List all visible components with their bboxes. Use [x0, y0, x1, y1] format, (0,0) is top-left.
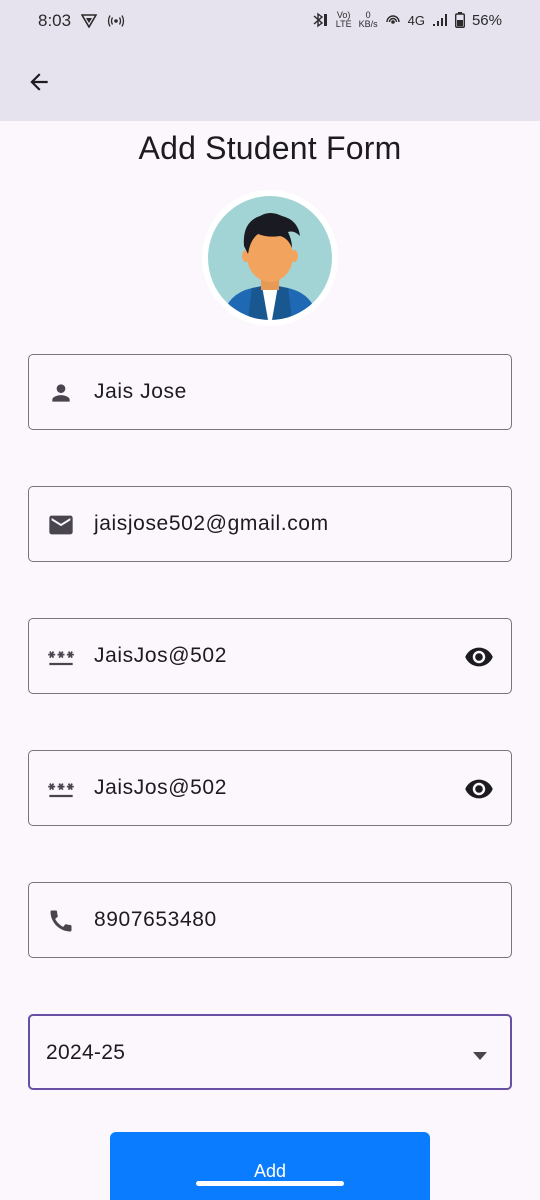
net-speed: 0 KB/s — [358, 10, 378, 29]
app-bar — [0, 44, 540, 121]
home-indicator[interactable] — [196, 1181, 344, 1186]
back-button[interactable] — [22, 65, 56, 99]
phone-field[interactable]: 8907653480 — [28, 882, 512, 958]
wifi-calling-icon — [385, 13, 401, 27]
person-icon — [46, 379, 76, 407]
mail-icon — [46, 511, 76, 539]
bluetooth-icon — [311, 12, 329, 28]
arrow-back-icon — [30, 73, 48, 91]
battery-icon — [454, 12, 465, 28]
hotspot-icon — [107, 14, 125, 28]
status-bar-left: 8:03 — [38, 11, 125, 31]
add-button[interactable]: Add — [110, 1132, 430, 1200]
email-field[interactable]: jaisjose502@gmail.com — [28, 486, 512, 562]
year-dropdown[interactable]: 2024-25 — [28, 1014, 512, 1090]
confirm-password-field[interactable]: JaisJos@502 — [28, 750, 512, 826]
battery-percent: 56% — [471, 11, 502, 29]
phone-value: 8907653480 — [94, 908, 217, 931]
confirm-password-value: JaisJos@502 — [94, 776, 227, 799]
name-field[interactable]: Jais Jose — [28, 354, 512, 430]
year-selected-value: 2024-25 — [46, 1041, 126, 1064]
signal-icon — [432, 13, 448, 27]
avatar[interactable] — [202, 190, 338, 326]
volte-indicator: Vo) LTE — [335, 10, 352, 29]
password-icon — [46, 643, 76, 671]
phone-icon — [46, 907, 76, 935]
name-value: Jais Jose — [94, 380, 187, 403]
status-bar-right: Vo) LTE 0 KB/s 4G 56% — [311, 11, 502, 29]
password-field[interactable]: JaisJos@502 — [28, 618, 512, 694]
status-time: 8:03 — [38, 11, 72, 30]
arrow-drop-down-icon — [472, 1048, 488, 1066]
email-value: jaisjose502@gmail.com — [94, 512, 329, 535]
visibility-icon[interactable] — [463, 643, 495, 671]
page-title: Add Student Form — [138, 130, 402, 166]
student-avatar-icon — [208, 196, 332, 320]
vpn-shield-icon — [81, 14, 98, 28]
status-bar: 8:03 Vo) LTE 0 KB/s 4G 56% — [0, 0, 540, 44]
visibility-icon[interactable] — [463, 775, 495, 803]
network-type: 4G — [407, 12, 425, 28]
password-value: JaisJos@502 — [94, 644, 227, 667]
password-icon — [46, 775, 76, 803]
